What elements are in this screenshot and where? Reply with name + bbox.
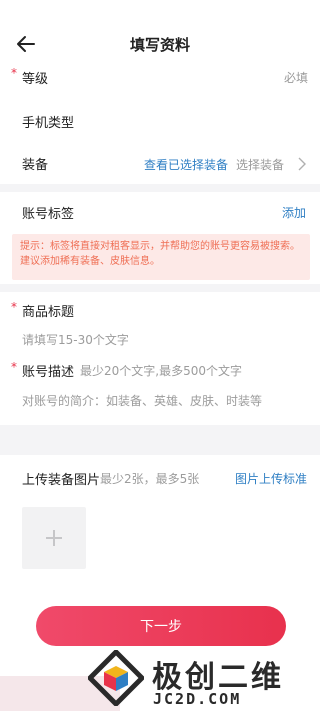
required-star: *	[11, 300, 17, 314]
required-star: *	[11, 66, 17, 80]
upload-standard-link[interactable]: 图片上传标准	[235, 470, 307, 487]
divider	[0, 284, 320, 292]
chevron-right-icon	[298, 157, 306, 171]
level-label: 等级	[22, 72, 49, 87]
tip-banner: 提示：标签将直接对租客显示，并帮助您的账号更容易被搜索。建议添加稀有装备、皮肤信…	[12, 234, 310, 280]
select-equipment-button[interactable]: 选择装备	[236, 156, 284, 173]
required-star: *	[11, 360, 17, 374]
upload-hint: 最少2张，最多5张	[100, 472, 200, 486]
watermark-domain: JC2D.COM	[153, 690, 242, 708]
add-tag-link[interactable]: 添加	[282, 204, 306, 221]
product-title-section: * 商品标题 请填写15-30个文字	[0, 296, 320, 348]
page-title: 填写资料	[129, 36, 190, 54]
account-desc-section: * 账号描述 最少20个文字,最多500个文字 对账号的简介：如装备、英雄、皮肤…	[0, 356, 320, 416]
level-required-hint: 必填	[283, 71, 308, 85]
account-tags-label: 账号标签	[22, 207, 75, 222]
divider	[0, 184, 320, 192]
equipment-label: 装备	[22, 158, 49, 173]
account-desc-input[interactable]: 对账号的简介：如装备、英雄、皮肤、时装等	[22, 392, 262, 409]
product-title-input[interactable]: 请填写15-30个文字	[22, 331, 129, 348]
view-selected-equipment-link[interactable]: 查看已选择装备	[144, 156, 228, 173]
product-title-label: 商品标题	[22, 305, 75, 320]
upload-label: 上传装备图片	[22, 473, 101, 488]
equipment-row: 装备 查看已选择装备 选择装备	[0, 150, 320, 180]
upload-section-header: 上传装备图片 最少2张，最多5张 图片上传标准	[0, 466, 320, 492]
upload-image-button[interactable]	[22, 507, 86, 569]
phone-type-label: 手机类型	[22, 116, 75, 131]
watermark-logo	[88, 650, 144, 706]
phone-type-row[interactable]: 手机类型	[0, 108, 320, 138]
account-desc-label: 账号描述	[22, 365, 75, 380]
account-tags-row: 账号标签 添加	[0, 198, 320, 228]
account-desc-hint: 最少20个文字,最多500个文字	[80, 364, 242, 378]
level-row[interactable]: * 等级 必填	[0, 62, 320, 92]
divider	[0, 425, 320, 455]
next-step-button[interactable]: 下一步	[36, 606, 286, 646]
